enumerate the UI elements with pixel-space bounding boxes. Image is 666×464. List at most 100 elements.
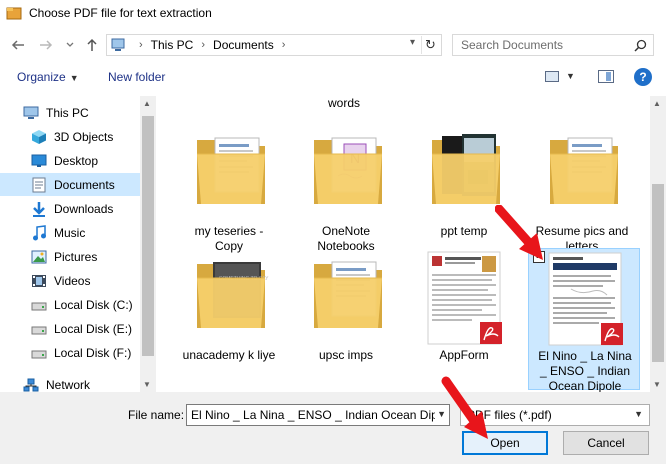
file-item-label: ppt temp — [440, 224, 488, 238]
sidebar-scrollbar[interactable]: ▲ ▼ — [140, 96, 156, 392]
breadcrumb-this-pc[interactable]: This PC — [151, 38, 194, 52]
search-box[interactable] — [452, 34, 654, 56]
file-name-combo[interactable]: ▼ — [186, 404, 450, 426]
sidebar-item-label: Local Disk (C:) — [54, 297, 133, 312]
sidebar-item-this-pc[interactable]: This PC — [0, 101, 140, 124]
sidebar-item-label: Network — [46, 377, 91, 392]
search-input[interactable] — [453, 35, 623, 55]
folder-icon — [6, 7, 22, 20]
sidebar-item-label: Local Disk (F:) — [54, 345, 132, 360]
sidebar-item-3d-objects[interactable]: 3D Objects — [0, 125, 140, 148]
sidebar-item-label: Pictures — [54, 249, 98, 264]
address-bar[interactable]: › This PC › Documents › ▾ ↻ — [106, 34, 442, 56]
folder-item[interactable]: my teseries - Copy — [173, 124, 285, 266]
pictures-icon — [30, 249, 48, 265]
chevron-down-icon[interactable]: ▼ — [566, 71, 575, 81]
sidebar-item-local-disk-e[interactable]: Local Disk (E:) — [0, 317, 140, 340]
breadcrumb-separator: › — [139, 39, 143, 51]
file-name-label: File name: — [128, 408, 185, 422]
file-type-select[interactable]: PDF files (*.pdf) ▼ — [460, 404, 650, 426]
cancel-button[interactable]: Cancel — [563, 431, 649, 455]
sidebar-item-local-disk-c[interactable]: Local Disk (C:) — [0, 293, 140, 316]
file-item-label: upsc imps — [318, 348, 374, 362]
dialog-footer: File name: ▼ PDF files (*.pdf) ▼ Open Ca… — [0, 392, 666, 464]
pdf-file-icon — [408, 248, 520, 348]
file-item-label: El Nino _ La Nina _ ENSO _ Indian Ocean … — [538, 349, 632, 392]
new-folder-button[interactable]: New folder — [108, 70, 165, 84]
refresh-icon[interactable]: ↻ — [421, 36, 437, 54]
folder-item[interactable]: upsc imps — [290, 248, 402, 390]
chevron-down-icon — [66, 42, 74, 47]
folder-item[interactable]: Resume pics and letters — [526, 124, 638, 266]
scroll-down-icon[interactable]: ▼ — [143, 380, 151, 389]
sidebar-item-documents[interactable]: Documents — [0, 173, 140, 196]
pdf-file-icon — [529, 249, 641, 349]
download-icon — [30, 201, 48, 217]
address-row: › This PC › Documents › ▾ ↻ — [0, 30, 666, 60]
cube-icon — [30, 129, 48, 145]
organize-button[interactable]: Organize ▼ — [17, 70, 79, 84]
help-button[interactable]: ? — [634, 68, 652, 86]
scroll-up-icon[interactable]: ▲ — [143, 99, 151, 108]
pc-icon — [111, 38, 125, 51]
open-button[interactable]: Open — [462, 431, 548, 455]
preview-pane-icon[interactable] — [598, 70, 614, 83]
sidebar-item-label: Downloads — [54, 201, 114, 216]
sidebar-item-label: 3D Objects — [54, 129, 114, 144]
organize-label: Organize — [17, 70, 66, 84]
breadcrumb-separator: › — [281, 39, 286, 51]
sidebar-item-videos[interactable]: Videos — [0, 269, 140, 292]
back-button[interactable] — [8, 35, 28, 55]
drive-icon — [30, 345, 48, 361]
music-icon — [30, 224, 48, 241]
drive-icon — [30, 297, 48, 313]
arrow-right-icon — [40, 40, 53, 50]
selection-checkbox[interactable]: ✓ — [533, 251, 545, 263]
folder-icon — [290, 248, 402, 348]
window-title: Choose PDF file for text extraction — [29, 6, 212, 20]
title-bar: Choose PDF file for text extraction — [0, 0, 666, 26]
content-scrollbar[interactable]: ▲ ▼ — [650, 96, 666, 392]
arrow-up-icon — [87, 38, 97, 51]
sidebar-item-desktop[interactable]: Desktop — [0, 149, 140, 172]
sidebar-item-label: Videos — [54, 273, 91, 288]
sidebar-item-label: Local Disk (E:) — [54, 321, 133, 336]
chevron-down-icon: ▼ — [69, 73, 79, 83]
partial-item-label[interactable]: words — [328, 96, 360, 110]
sidebar-item-music[interactable]: Music — [0, 221, 140, 244]
recent-locations-button[interactable] — [60, 35, 80, 55]
file-name-input[interactable] — [187, 405, 435, 425]
sidebar-item-label: Desktop — [54, 153, 99, 168]
folder-item[interactable]: ppt temp — [408, 124, 520, 266]
drive-icon — [30, 321, 48, 337]
breadcrumb-documents[interactable]: Documents — [213, 38, 274, 52]
sidebar-item-downloads[interactable]: Downloads — [0, 197, 140, 220]
pc-icon — [22, 105, 40, 121]
file-item-label: unacademy k liye — [182, 348, 276, 362]
view-icon[interactable] — [545, 71, 559, 82]
scrollbar-thumb[interactable] — [652, 184, 664, 362]
chevron-down-icon[interactable]: ▼ — [437, 409, 446, 419]
folder-icon — [173, 124, 285, 224]
chevron-down-icon[interactable]: ▾ — [410, 37, 415, 48]
folder-item[interactable]: NOneNote Notebooks — [290, 124, 402, 266]
forward-button[interactable] — [36, 35, 56, 55]
scroll-up-icon[interactable]: ▲ — [653, 99, 661, 108]
folder-item[interactable]: SOMETHING TO SAYunacademy k liye — [173, 248, 285, 390]
desktop-icon — [30, 153, 48, 169]
up-button[interactable] — [82, 35, 102, 55]
chevron-down-icon[interactable]: ▼ — [634, 409, 643, 419]
pdf-file-item[interactable]: AppForm — [408, 248, 520, 390]
scroll-down-icon[interactable]: ▼ — [653, 380, 661, 389]
search-icon[interactable] — [634, 39, 647, 52]
network-icon — [22, 377, 40, 393]
pdf-file-item[interactable]: ✓ El Nino _ La Nina _ ENSO _ Indian Ocean… — [528, 248, 641, 392]
sidebar-item-label: Documents — [54, 177, 115, 192]
folder-icon: N — [290, 124, 402, 224]
arrow-left-icon — [11, 40, 24, 50]
breadcrumb-separator: › — [201, 39, 206, 51]
sidebar-item-local-disk-f[interactable]: Local Disk (F:) — [0, 341, 140, 364]
folder-icon: SOMETHING TO SAY — [173, 248, 285, 348]
scrollbar-thumb[interactable] — [142, 116, 154, 356]
sidebar-item-pictures[interactable]: Pictures — [0, 245, 140, 268]
